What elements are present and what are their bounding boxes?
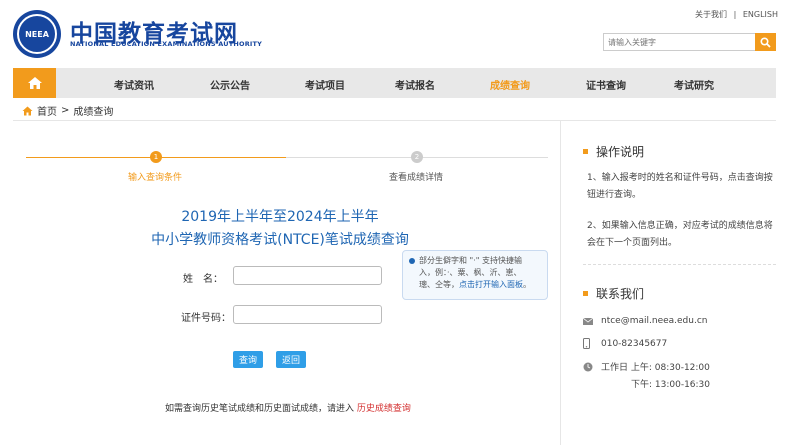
breadcrumb: 首页 > 成绩查询 [22, 103, 113, 118]
guide-heading: 操作说明 [583, 143, 644, 160]
info-icon [409, 258, 415, 264]
open-input-panel-link[interactable]: 点击打开输入面板 [459, 280, 523, 289]
nav-item-score-query[interactable]: 成绩查询 [490, 77, 530, 92]
search-button[interactable] [755, 33, 776, 51]
nav-item-exam-programs[interactable]: 考试项目 [305, 77, 345, 92]
phone-icon [583, 338, 601, 349]
tip-line-3: 璁、仝等，点击打开输入面板。 [419, 279, 541, 291]
contact-hours-pm: 下午: 13:00-16:30 [631, 380, 711, 390]
main-nav: 考试资讯 公示公告 考试项目 考试报名 成绩查询 证书查询 考试研究 [13, 68, 776, 98]
step-1-label: 输入查询条件 [128, 173, 183, 183]
breadcrumb-home-link[interactable]: 首页 [37, 103, 57, 118]
content-divider [13, 120, 776, 121]
logo-text: NEEA [17, 14, 57, 54]
contact-heading: 联系我们 [583, 285, 644, 302]
home-icon [27, 77, 42, 89]
search-icon [760, 36, 771, 48]
top-links: 关于我们 | ENGLISH [695, 9, 778, 20]
tip-line-3-end: 。 [523, 280, 531, 289]
id-number-input[interactable] [233, 305, 382, 324]
step-1-indicator: 1 [150, 151, 162, 163]
nav-item-registration[interactable]: 考试报名 [395, 77, 435, 92]
nav-item-exam-research[interactable]: 考试研究 [674, 77, 714, 92]
contact-phone: 010-82345677 [601, 338, 668, 349]
contact-email[interactable]: ntce@mail.neea.edu.cn [601, 316, 707, 326]
contact-hours-am: 工作日 上午: 08:30-12:00 [601, 363, 710, 373]
contact-phone-row: 010-82345677 [583, 338, 667, 349]
back-button[interactable]: 返回 [276, 351, 306, 368]
neea-logo[interactable]: NEEA [13, 10, 61, 58]
id-number-label: 证件号码： [181, 313, 231, 324]
nav-item-announcements[interactable]: 公示公告 [210, 77, 250, 92]
about-link[interactable]: 关于我们 [695, 9, 727, 20]
contact-hours-row: 工作日 上午: 08:30-12:00 [583, 360, 710, 373]
site-header: NEEA 中国教育考试网 NATIONAL EDUCATION EXAMINAT… [0, 0, 800, 68]
sidebar-divider [560, 121, 561, 445]
site-search [603, 33, 776, 51]
guide-item: 1、输入报考时的姓名和证件号码，点击查询按钮进行查询。 [587, 173, 773, 200]
form-title-line-2: 中小学教师资格考试(NTCE)笔试成绩查询 [151, 232, 409, 248]
history-note-text: 如需查询历史笔试成绩和历史面试成绩，请进入 [165, 404, 355, 414]
query-button[interactable]: 查询 [233, 351, 263, 368]
input-help-tooltip: 部分生僻字和 "·" 支持快捷输 入，例：·、粟、枫、沂、崽、 璁、仝等，点击打… [402, 250, 548, 300]
name-label: 姓 名： [183, 274, 223, 285]
tip-line-2: 入，例：·、粟、枫、沂、崽、 [419, 268, 522, 277]
history-score-link[interactable]: 历史成绩查询 [357, 404, 411, 414]
bullet-square-icon [583, 149, 588, 154]
home-icon [22, 106, 33, 115]
contact-title: 联系我们 [596, 287, 645, 301]
toplink-separator: | [733, 10, 737, 19]
site-subtitle: NATIONAL EDUCATION EXAMINATIONS AUTHORIT… [70, 40, 263, 48]
tip-line-3-text: 璁、仝等， [419, 280, 459, 289]
form-title-line-1: 2019年上半年至2024年上半年 [181, 209, 379, 225]
sidebar-separator [583, 264, 776, 265]
breadcrumb-current: 成绩查询 [73, 107, 114, 118]
history-note: 如需查询历史笔试成绩和历史面试成绩，请进入 历史成绩查询 [165, 401, 411, 414]
clock-icon [583, 362, 601, 372]
nav-home-button[interactable] [13, 68, 56, 98]
nav-item-exam-news[interactable]: 考试资讯 [114, 77, 154, 92]
step-2-label: 查看成绩详情 [389, 173, 444, 183]
breadcrumb-separator: > [61, 105, 70, 116]
step-2-indicator: 2 [411, 151, 423, 163]
guide-item: 2、如果输入信息正确，对应考试的成绩信息将会在下一个页面列出。 [587, 221, 773, 248]
name-input[interactable] [233, 266, 382, 285]
email-icon [583, 317, 601, 325]
search-input[interactable] [603, 33, 755, 51]
guide-title: 操作说明 [596, 145, 645, 159]
bullet-square-icon [583, 291, 588, 296]
english-link[interactable]: ENGLISH [743, 10, 778, 19]
contact-email-row: ntce@mail.neea.edu.cn [583, 316, 707, 326]
tip-line-1: 部分生僻字和 "·" 支持快捷输 [419, 256, 522, 265]
nav-item-certificate-query[interactable]: 证书查询 [586, 77, 626, 92]
